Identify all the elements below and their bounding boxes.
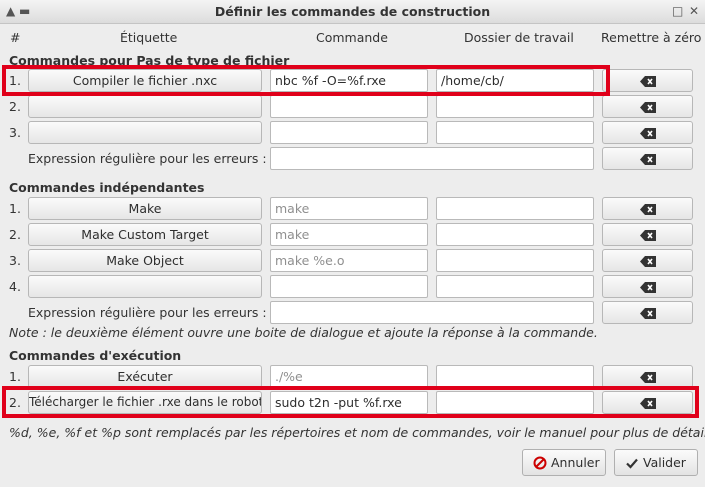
row-number: 2. bbox=[9, 395, 21, 410]
section-execute-header: Commandes d'exécution bbox=[9, 348, 182, 363]
independent-regex-input[interactable] bbox=[270, 301, 594, 324]
filetype-command-input-3[interactable] bbox=[270, 121, 428, 144]
cancel-button[interactable]: Annuler bbox=[522, 449, 606, 476]
filetype-label-button-2[interactable] bbox=[28, 95, 262, 118]
window-title: Définir les commandes de construction bbox=[214, 4, 491, 19]
execute-workdir-input-1[interactable] bbox=[436, 365, 594, 388]
independent-note: Note : le deuxième élément ouvre une boi… bbox=[9, 325, 598, 340]
column-reset: Remettre à zéro bbox=[601, 30, 702, 45]
filetype-label-button-3[interactable] bbox=[28, 121, 262, 144]
row-number: 3. bbox=[9, 253, 21, 268]
check-icon bbox=[626, 458, 638, 469]
column-num: # bbox=[10, 30, 21, 45]
independent-label-button-1[interactable]: Make bbox=[28, 197, 262, 220]
clear-icon bbox=[639, 282, 656, 293]
execute-command-input-2[interactable]: sudo t2n -put %f.rxe bbox=[270, 391, 428, 414]
independent-reset-button-2[interactable] bbox=[602, 223, 693, 246]
filetype-workdir-input-1[interactable]: /home/cb/ bbox=[436, 69, 594, 92]
independent-reset-button-3[interactable] bbox=[602, 249, 693, 272]
title-bar: ▲ ▬ Définir les commandes de constructio… bbox=[0, 0, 705, 24]
footer-note: %d, %e, %f et %p sont remplacés par les … bbox=[9, 425, 705, 440]
clear-icon bbox=[639, 256, 656, 267]
ok-label: Valider bbox=[643, 455, 686, 470]
independent-command-input-4[interactable] bbox=[270, 275, 428, 298]
independent-command-input-2[interactable]: make bbox=[270, 223, 428, 246]
close-icon[interactable]: ✕ bbox=[689, 3, 699, 19]
clear-icon bbox=[639, 230, 656, 241]
clear-icon bbox=[639, 204, 656, 215]
execute-label-button-1[interactable]: Exécuter bbox=[28, 365, 262, 388]
filetype-regex-reset-button[interactable] bbox=[602, 147, 693, 170]
filetype-reset-button-1[interactable] bbox=[602, 69, 693, 92]
column-command: Commande bbox=[316, 30, 388, 45]
filetype-reset-button-3[interactable] bbox=[602, 121, 693, 144]
column-label: Étiquette bbox=[120, 30, 178, 45]
independent-label-button-3[interactable]: Make Object bbox=[28, 249, 262, 272]
clear-icon bbox=[639, 372, 656, 383]
filetype-label-button-1[interactable]: Compiler le fichier .nxc bbox=[28, 69, 262, 92]
row-number: 3. bbox=[9, 125, 21, 140]
execute-workdir-input-2[interactable] bbox=[436, 391, 594, 414]
filetype-workdir-input-2[interactable] bbox=[436, 95, 594, 118]
independent-regex-reset-button[interactable] bbox=[602, 301, 693, 324]
execute-reset-button-2[interactable] bbox=[602, 391, 693, 414]
clear-icon bbox=[639, 76, 656, 87]
independent-command-input-3[interactable]: make %e.o bbox=[270, 249, 428, 272]
clear-icon bbox=[639, 398, 656, 409]
independent-workdir-input-2[interactable] bbox=[436, 223, 594, 246]
independent-regex-label: Expression régulière pour les erreurs : bbox=[28, 305, 267, 320]
clear-icon bbox=[639, 102, 656, 113]
row-number: 2. bbox=[9, 227, 21, 242]
row-number: 4. bbox=[9, 279, 21, 294]
cancel-label: Annuler bbox=[551, 455, 600, 470]
independent-label-button-4[interactable] bbox=[28, 275, 262, 298]
execute-command-input-1[interactable]: ./%e bbox=[270, 365, 428, 388]
independent-label-button-2[interactable]: Make Custom Target bbox=[28, 223, 262, 246]
independent-reset-button-1[interactable] bbox=[602, 197, 693, 220]
clear-icon bbox=[639, 128, 656, 139]
execute-label-button-2[interactable]: Télécharger le fichier .rxe dans le robo… bbox=[28, 391, 262, 414]
independent-workdir-input-3[interactable] bbox=[436, 249, 594, 272]
execute-reset-button-1[interactable] bbox=[602, 365, 693, 388]
independent-command-input-1[interactable]: make bbox=[270, 197, 428, 220]
row-number: 1. bbox=[9, 369, 21, 384]
filetype-command-input-1[interactable]: nbc %f -O=%f.rxe bbox=[270, 69, 428, 92]
filetype-regex-input[interactable] bbox=[270, 147, 594, 170]
filetype-regex-label: Expression régulière pour les erreurs : bbox=[28, 151, 267, 166]
independent-reset-button-4[interactable] bbox=[602, 275, 693, 298]
column-workdir: Dossier de travail bbox=[464, 30, 574, 45]
filetype-reset-button-2[interactable] bbox=[602, 95, 693, 118]
section-independent-header: Commandes indépendantes bbox=[9, 180, 205, 195]
filetype-workdir-input-3[interactable] bbox=[436, 121, 594, 144]
row-number: 1. bbox=[9, 201, 21, 216]
clear-icon bbox=[639, 154, 656, 165]
independent-workdir-input-1[interactable] bbox=[436, 197, 594, 220]
cancel-icon bbox=[533, 456, 547, 470]
independent-workdir-input-4[interactable] bbox=[436, 275, 594, 298]
row-number: 1. bbox=[9, 73, 21, 88]
clear-icon bbox=[639, 308, 656, 319]
maximize-icon[interactable]: □ bbox=[672, 3, 683, 19]
filetype-command-input-2[interactable] bbox=[270, 95, 428, 118]
ok-button[interactable]: Valider bbox=[614, 449, 698, 476]
section-filetype-header: Commandes pour Pas de type de fichier bbox=[9, 53, 290, 68]
row-number: 2. bbox=[9, 99, 21, 114]
